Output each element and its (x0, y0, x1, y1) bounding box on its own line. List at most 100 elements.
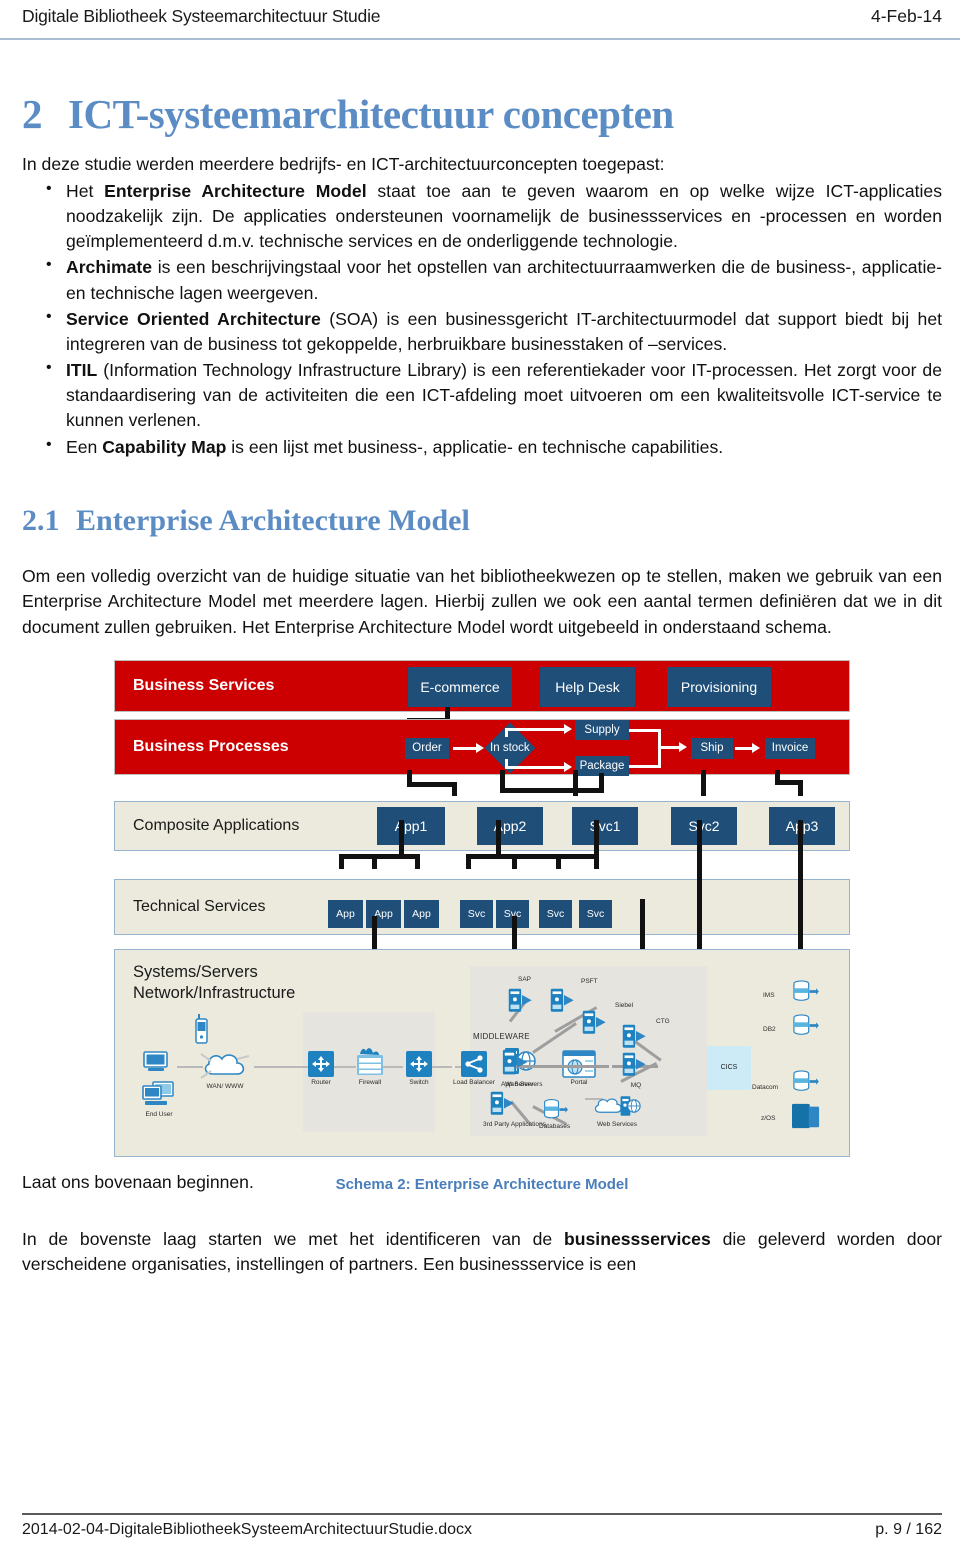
band-technical-services: Technical Services App App App Svc Svc S… (114, 878, 850, 935)
header-document-title: Digitale Bibliotheek Systeemarchitectuur… (22, 6, 381, 26)
server-icon (582, 1010, 606, 1034)
datacom-label: Datacom (752, 1083, 779, 1091)
database-icon (793, 1014, 819, 1035)
merge-line (629, 728, 661, 732)
connector-line (466, 853, 471, 869)
server-icon (490, 1091, 514, 1115)
technical-service-box: Svc (460, 899, 493, 928)
bullet-lead: Een (66, 436, 103, 457)
figure-canvas: Business Services E-commerce Help Desk P… (108, 654, 856, 1168)
wan-cloud-group: WAN/ WWW (199, 1048, 251, 1090)
load-balancer-icon (460, 1050, 487, 1077)
siebel-group (581, 1008, 611, 1040)
page-header: Digitale Bibliotheek Systeemarchitectuur… (0, 0, 960, 40)
composite-app-box: App2 (477, 806, 543, 845)
psft-group (549, 986, 579, 1018)
server-icon (508, 988, 532, 1012)
mobile-icon (195, 1013, 208, 1044)
connector-line (399, 853, 420, 859)
cics-box: CICS (707, 1045, 751, 1090)
zos-label: z/OS (761, 1114, 776, 1122)
desktop-icon (143, 1050, 168, 1071)
load-balancer-group: Load Balancer (453, 1050, 495, 1086)
end-user-label: End User (145, 1110, 173, 1118)
connector-line (512, 853, 517, 869)
switch-icon (406, 1050, 432, 1077)
section-paragraph: Om een volledig overzicht van de huidige… (22, 565, 942, 638)
band-composite-applications: Composite Applications App1 App2 Svc1 Sv… (114, 800, 850, 851)
firewall-label: Firewall (358, 1078, 382, 1086)
switch-label: Switch (409, 1078, 429, 1086)
connector-line (407, 781, 457, 787)
connector-line (500, 787, 604, 793)
cloud-icon (200, 1052, 250, 1079)
bullet-term: ITIL (66, 360, 98, 381)
band-business-services: Business Services E-commerce Help Desk P… (114, 659, 850, 712)
app-server-group: App Server (501, 1048, 534, 1088)
process-box-supply: Supply (575, 719, 629, 740)
mq-group: MQ (621, 1050, 651, 1090)
technical-service-box: Svc (579, 899, 612, 928)
connector-line (573, 769, 578, 796)
web-services-label: Web Services (597, 1120, 637, 1128)
third-party-applications-group: 3rd Party Applications (483, 1090, 546, 1128)
router-label: Router (311, 1078, 331, 1086)
branch-line (505, 765, 567, 769)
bullet-term: Archimate (66, 257, 153, 278)
arrow-head (476, 742, 484, 753)
web-service-icon (594, 1095, 641, 1116)
paragraph-pre: In de bovenste laag starten we met het i… (22, 1228, 565, 1249)
portal-label: Portal (570, 1078, 588, 1086)
load-balancer-label: Load Balancer (453, 1078, 495, 1086)
bullet-text: (Information Technology Infrastructure L… (66, 360, 942, 431)
document-content: 2 ICT-systeemarchitectuur concepten In d… (22, 46, 942, 1489)
paragraph-bold-term: businessservices (564, 1228, 711, 1249)
footer-filename: 2014-02-04-DigitaleBibliotheekSysteemArc… (22, 1521, 473, 1538)
server-icon (622, 1052, 646, 1076)
bullet-term: Capability Map (102, 436, 227, 457)
list-item: Service Oriented Architecture (SOA) is e… (22, 306, 942, 357)
firewall-icon (357, 1047, 383, 1075)
arrow-head (564, 723, 572, 734)
ims-label: IMS (763, 991, 775, 999)
database-icon (793, 1070, 819, 1091)
sap-group (507, 986, 537, 1018)
composite-app-box: App1 (377, 806, 445, 845)
bullet-term: Enterprise Architecture Model (104, 180, 367, 201)
list-item: ITIL (Information Technology Infrastruct… (22, 357, 942, 433)
bullet-text: is een lijst met business-, applicatie- … (226, 436, 724, 457)
business-service-box: Provisioning (667, 666, 771, 707)
chapter-heading: 2 ICT-systeemarchitectuur concepten (22, 90, 942, 138)
connector-line (701, 769, 706, 796)
end-user-group (143, 1050, 173, 1076)
bullet-term: Service Oriented Architecture (66, 308, 321, 329)
databases-label: Databases (539, 1122, 571, 1130)
band-business-processes: Business Processes Order In stock Supply… (114, 718, 850, 776)
band-label-business-services: Business Services (133, 676, 275, 694)
merge-line (629, 764, 661, 768)
portal-icon (562, 1049, 596, 1078)
bullet-lead: Het (66, 180, 105, 201)
arrow-head (564, 761, 572, 772)
connector-line (556, 853, 561, 869)
db2-group (791, 1014, 819, 1038)
switch-group: Switch (405, 1050, 433, 1086)
section-heading: 2.1 Enterprise Architecture Model (22, 504, 942, 538)
figure-enterprise-architecture-model: Business Services E-commerce Help Desk P… (22, 654, 942, 1193)
arrow-head (752, 742, 760, 753)
app-server-label: App Server (501, 1080, 534, 1088)
section-number: 2.1 (22, 503, 60, 537)
siebel-label: Siebel (615, 1001, 634, 1009)
list-item: Archimate is een beschrijvingstaal voor … (22, 254, 942, 305)
desktop-icon (142, 1080, 174, 1105)
server-icon (550, 988, 574, 1012)
concept-bullet-list: Het Enterprise Architecture Model staat … (22, 178, 942, 460)
composite-app-box: Svc2 (671, 806, 737, 845)
ims-group (791, 980, 819, 1004)
band-label-systems-servers: Systems/Servers Network/Infrastructure (133, 962, 295, 1006)
footer-page-number: p. 9 / 162 (875, 1521, 942, 1538)
third-party-label: 3rd Party Applications (483, 1120, 546, 1128)
connector-line (372, 853, 377, 869)
mobile-group (195, 1013, 209, 1044)
page-footer: 2014-02-04-DigitaleBibliotheekSysteemArc… (22, 1513, 942, 1539)
